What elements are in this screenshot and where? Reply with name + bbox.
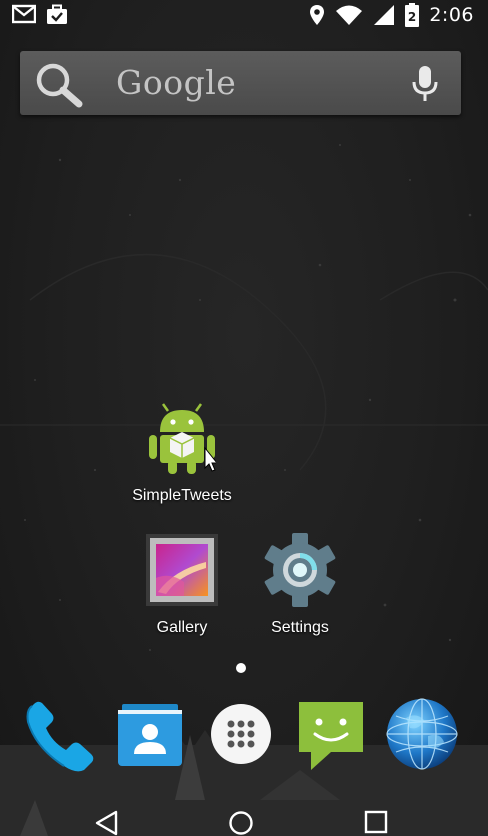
briefcase-check-icon [47,4,67,24]
app-gallery[interactable]: Gallery [122,530,242,642]
status-bar: 2 2:06 [0,0,488,30]
navigation-bar [0,800,488,836]
phone-icon[interactable] [22,698,100,776]
wifi-icon [336,5,363,25]
svg-text:2: 2 [408,10,416,24]
app-simpletweets[interactable]: SimpleTweets [122,398,242,510]
recents-icon[interactable] [364,810,388,834]
signal-icon [374,5,395,25]
search-label[interactable]: Google [116,63,236,102]
mic-icon[interactable] [411,65,439,103]
gmail-icon [12,4,36,24]
location-pin-icon [310,5,325,25]
app-settings[interactable]: Settings [240,530,360,642]
contacts-icon[interactable] [114,702,186,768]
search-icon[interactable] [34,62,84,108]
back-icon[interactable] [94,810,120,836]
app-label-simpletweets: SimpleTweets [132,487,232,504]
globe-icon[interactable] [384,696,460,772]
dock [0,690,488,800]
gear-icon [264,533,336,607]
app-label-settings: Settings [271,619,329,636]
gallery-icon [146,534,218,606]
app-label-gallery: Gallery [156,619,208,636]
home-icon[interactable] [228,810,254,836]
android-robot-icon [149,403,216,474]
battery-icon: 2 [405,3,420,27]
page-indicator-dot [236,663,246,673]
home-screen: 2 2:06 Google SimpleTweets Gallery Setti… [0,0,488,836]
status-time: 2:06 [429,4,474,26]
google-search-bar[interactable]: Google [20,51,461,115]
messaging-icon[interactable] [295,698,367,772]
app-drawer-icon[interactable] [209,702,273,766]
